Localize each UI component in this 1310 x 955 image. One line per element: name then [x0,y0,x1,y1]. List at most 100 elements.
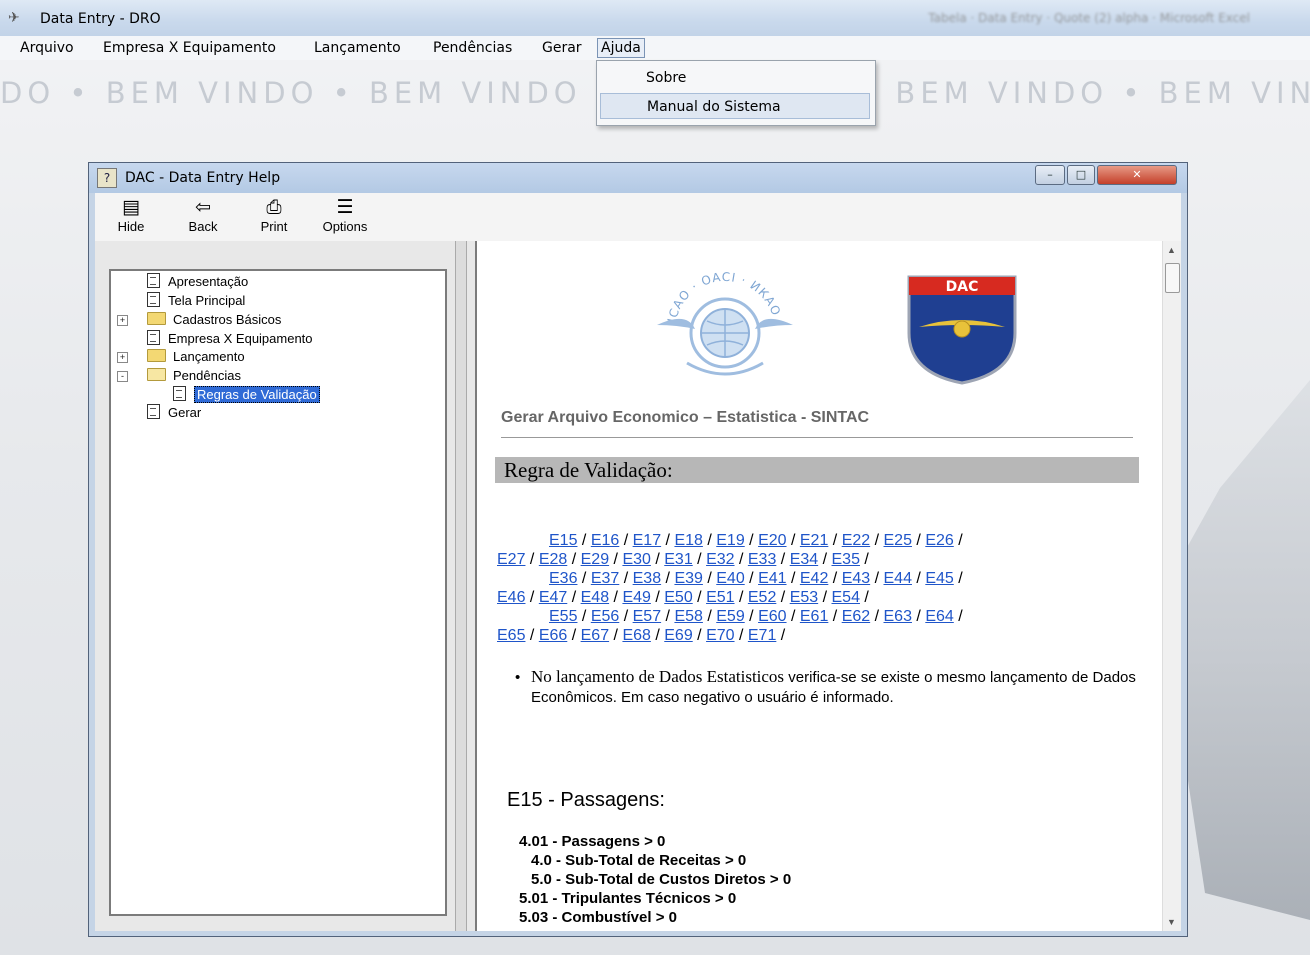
code-link-e15[interactable]: E15 [549,532,577,549]
code-link-e18[interactable]: E18 [674,532,702,549]
print-button[interactable]: ⎙ Print [246,195,302,234]
code-link-e62[interactable]: E62 [842,608,870,625]
menu-pendencias[interactable]: Pendências [430,39,515,57]
dropdown-item-manual-do-sistema[interactable]: Manual do Sistema [600,93,870,119]
code-link-e63[interactable]: E63 [884,608,912,625]
code-link-e70[interactable]: E70 [706,627,734,644]
scroll-down-icon[interactable]: ▼ [1167,917,1176,927]
code-link-e67[interactable]: E67 [581,627,609,644]
code-link-e22[interactable]: E22 [842,532,870,549]
content-scrollbar[interactable]: ▲ ▼ [1162,241,1181,931]
code-link-e28[interactable]: E28 [539,551,567,568]
code-link-e33[interactable]: E33 [748,551,776,568]
expand-icon[interactable]: + [117,352,128,363]
options-button[interactable]: ☰ Options [317,195,373,234]
expand-icon[interactable]: + [117,315,128,326]
code-link-e71[interactable]: E71 [748,627,776,644]
code-link-e65[interactable]: E65 [497,627,525,644]
code-link-e38[interactable]: E38 [633,570,661,587]
maximize-button[interactable]: □ [1067,165,1095,185]
code-link-e42[interactable]: E42 [800,570,828,587]
code-link-e46[interactable]: E46 [497,589,525,606]
toc-item-lancamento[interactable]: + Lançamento [117,348,245,366]
code-link-e50[interactable]: E50 [664,589,692,606]
minimize-button[interactable]: – [1035,165,1065,185]
code-link-e25[interactable]: E25 [884,532,912,549]
code-link-e40[interactable]: E40 [716,570,744,587]
code-link-e58[interactable]: E58 [674,608,702,625]
code-link-e34[interactable]: E34 [790,551,818,568]
close-button[interactable]: ✕ [1097,165,1177,185]
code-link-e31[interactable]: E31 [664,551,692,568]
toc-item-apresentacao[interactable]: Apresentação [147,273,248,291]
toc-item-regras-de-validacao[interactable]: Regras de Validação [173,386,320,404]
code-link-e30[interactable]: E30 [622,551,650,568]
code-link-e49[interactable]: E49 [622,589,650,606]
titlebar-blurred-text: Tabela · Data Entry · Quote (2) alpha · … [928,11,1250,25]
pane-splitter[interactable] [455,241,467,931]
back-arrow-icon: ⇦ [195,196,211,218]
rule-item: 4.0 - Sub-Total de Receitas > 0 [531,852,747,869]
code-link-e55[interactable]: E55 [549,608,577,625]
code-link-e60[interactable]: E60 [758,608,786,625]
toc-item-cadastros-basicos[interactable]: + Cadastros Básicos [117,311,281,329]
app-icon: ✈ [8,10,20,26]
dropdown-item-sobre[interactable]: Sobre [600,65,870,91]
back-button[interactable]: ⇦ Back [175,195,231,234]
code-link-e59[interactable]: E59 [716,608,744,625]
toc-item-tela-principal[interactable]: Tela Principal [147,292,245,310]
code-link-e19[interactable]: E19 [716,532,744,549]
code-link-e52[interactable]: E52 [748,589,776,606]
code-link-e66[interactable]: E66 [539,627,567,644]
code-link-e56[interactable]: E56 [591,608,619,625]
app-title: Data Entry - DRO [40,11,161,27]
code-link-e20[interactable]: E20 [758,532,786,549]
section-title: Regra de Validação: [504,458,673,482]
code-link-e54[interactable]: E54 [832,589,860,606]
toc-item-gerar[interactable]: Gerar [147,404,201,422]
code-link-e17[interactable]: E17 [633,532,661,549]
code-link-e29[interactable]: E29 [581,551,609,568]
code-link-e53[interactable]: E53 [790,589,818,606]
e15-title: E15 - Passagens: [507,789,665,811]
code-link-e45[interactable]: E45 [925,570,953,587]
code-link-e35[interactable]: E35 [832,551,860,568]
hide-icon: ▤ [122,196,140,218]
code-link-e41[interactable]: E41 [758,570,786,587]
menu-ajuda[interactable]: Ajuda [597,38,645,58]
code-link-e68[interactable]: E68 [622,627,650,644]
code-link-e39[interactable]: E39 [674,570,702,587]
toc-item-pendencias[interactable]: - Pendências [117,367,241,385]
help-toolbar: ▤ Hide ⇦ Back ⎙ Print ☰ Options [95,193,1181,242]
collapse-icon[interactable]: - [117,371,128,382]
code-link-e32[interactable]: E32 [706,551,734,568]
menu-lancamento[interactable]: Lançamento [311,39,404,57]
heading-divider [501,437,1133,438]
code-link-e51[interactable]: E51 [706,589,734,606]
rule-item: 5.01 - Tripulantes Técnicos > 0 [519,890,737,907]
scrollbar-thumb[interactable] [1165,263,1180,293]
menu-arquivo[interactable]: Arquivo [17,39,77,57]
code-link-e69[interactable]: E69 [664,627,692,644]
code-link-e16[interactable]: E16 [591,532,619,549]
help-icon: ? [97,168,117,188]
code-link-e64[interactable]: E64 [925,608,953,625]
code-link-e47[interactable]: E47 [539,589,567,606]
scroll-up-icon[interactable]: ▲ [1167,245,1176,255]
code-link-e43[interactable]: E43 [842,570,870,587]
app-titlebar: ✈ Data Entry - DRO Tabela · Data Entry ·… [0,0,1310,36]
toc-item-empresa-equipamento[interactable]: Empresa X Equipamento [147,330,313,348]
code-link-e44[interactable]: E44 [884,570,912,587]
code-link-e26[interactable]: E26 [925,532,953,549]
code-link-e48[interactable]: E48 [581,589,609,606]
code-link-e37[interactable]: E37 [591,570,619,587]
code-link-e27[interactable]: E27 [497,551,525,568]
menu-gerar[interactable]: Gerar [539,39,585,57]
hide-button[interactable]: ▤ Hide [103,195,159,234]
code-link-e61[interactable]: E61 [800,608,828,625]
menu-empresa-equipamento[interactable]: Empresa X Equipamento [100,39,279,57]
dac-logo: DAC [907,275,1017,385]
code-link-e36[interactable]: E36 [549,570,577,587]
code-link-e21[interactable]: E21 [800,532,828,549]
code-link-e57[interactable]: E57 [633,608,661,625]
